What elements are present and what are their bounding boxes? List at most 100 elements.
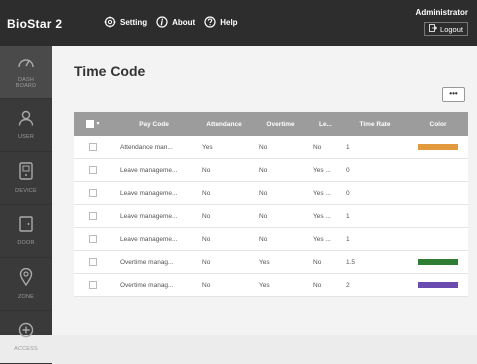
row-checkbox[interactable] (89, 281, 97, 289)
door-icon (19, 216, 33, 237)
sidebar-item-user[interactable]: USER (0, 99, 52, 152)
table-row[interactable]: Attendance man... Yes No No 1 (74, 136, 468, 159)
select-all-checkbox[interactable] (85, 120, 94, 128)
cell-leave: Yes ... (313, 212, 331, 220)
logout-icon (429, 24, 440, 34)
col-header-overtime[interactable]: Overtime (252, 121, 309, 128)
cell-attendance: No (202, 258, 211, 266)
sidebar-label-user: USER (17, 133, 35, 140)
row-checkbox[interactable] (89, 212, 97, 220)
cell-color (408, 190, 468, 196)
zone-pin-icon (19, 267, 33, 291)
more-options-button[interactable]: ••• (442, 87, 465, 102)
row-checkbox-cell (74, 143, 112, 151)
sidebar-item-device[interactable]: DEVICE (0, 152, 52, 205)
device-icon (19, 162, 33, 185)
cell-attendance: No (202, 235, 211, 243)
cell-leave: Yes ... (313, 189, 331, 197)
table-body: Attendance man... Yes No No 1 Leave manageme.… (74, 136, 468, 297)
cell-attendance: No (202, 281, 211, 289)
nav-help-label: Help (220, 17, 238, 27)
cell-leave: No (313, 258, 322, 266)
sidebar-label-zone: ZONE (17, 293, 35, 300)
main-content: Time Code ••• ▼ Pay Code Attendance Over… (52, 46, 477, 335)
row-checkbox-cell (74, 189, 112, 197)
nav-setting-label: Setting (120, 17, 148, 27)
table-row[interactable]: Leave manageme... No No Yes ... 0 (74, 159, 468, 182)
cell-pay-code: Leave manageme... (120, 166, 178, 174)
nav-about[interactable]: About (156, 16, 195, 28)
color-swatch (418, 190, 458, 196)
sidebar-item-access[interactable]: ACCESS (0, 311, 52, 364)
page-title: Time Code (74, 63, 146, 79)
row-checkbox[interactable] (89, 143, 97, 151)
row-checkbox-cell (74, 258, 112, 266)
cell-overtime: Yes (259, 281, 270, 289)
col-header-time-rate[interactable]: Time Rate (342, 121, 408, 128)
color-swatch (418, 167, 458, 173)
cell-color (408, 213, 468, 219)
table-row[interactable]: Leave manageme... No No Yes ... 1 (74, 205, 468, 228)
sidebar-label-device: DEVICE (15, 187, 37, 194)
col-header-attendance[interactable]: Attendance (196, 121, 252, 128)
row-checkbox[interactable] (89, 189, 97, 197)
cell-pay-code: Leave manageme... (120, 189, 178, 197)
nav-setting[interactable]: Setting (104, 16, 147, 28)
cell-pay-code: Leave manageme... (120, 212, 178, 220)
row-checkbox-cell (74, 235, 112, 243)
sidebar-item-zone[interactable]: ZONE (0, 258, 52, 311)
cell-color (408, 282, 468, 288)
cell-overtime: No (259, 212, 268, 220)
nav-help[interactable]: Help (204, 16, 238, 28)
cell-pay-code: Attendance man... (120, 143, 173, 151)
table-row[interactable]: Leave manageme... No No Yes ... 0 (74, 182, 468, 205)
dashboard-gauge-icon (17, 55, 35, 74)
table-row[interactable]: Overtime manag... No Yes No 2 (74, 274, 468, 297)
cell-attendance: Yes (202, 143, 213, 151)
gear-icon (104, 16, 116, 28)
logout-label: Logout (440, 24, 463, 34)
cell-leave: Yes ... (313, 166, 331, 174)
cell-overtime: No (259, 166, 268, 174)
cell-time-rate: 1.5 (346, 258, 356, 266)
row-checkbox[interactable] (89, 166, 97, 174)
row-checkbox[interactable] (89, 235, 97, 243)
col-header-pay-code[interactable]: Pay Code (112, 121, 196, 128)
cell-color (408, 236, 468, 242)
cell-leave: Yes ... (313, 235, 331, 243)
color-swatch (418, 236, 458, 242)
cell-pay-code: Overtime manag... (120, 258, 174, 266)
user-name: Administrator (415, 8, 468, 17)
cell-leave: No (313, 281, 322, 289)
sidebar-item-dashboard[interactable]: DASH BOARD (0, 46, 52, 99)
color-swatch (418, 282, 458, 288)
sidebar-label-door: DOOR (17, 239, 35, 246)
row-checkbox[interactable] (89, 258, 97, 266)
cell-color (408, 259, 468, 265)
table-row[interactable]: Leave manageme... No No Yes ... 1 (74, 228, 468, 251)
sidebar-item-door[interactable]: DOOR (0, 205, 52, 258)
cell-attendance: No (202, 189, 211, 197)
table-header: ▼ Pay Code Attendance Overtime Le... Tim… (74, 112, 468, 136)
question-icon (204, 16, 216, 28)
col-header-color[interactable]: Color (408, 121, 468, 128)
logout-button[interactable]: Logout (424, 22, 468, 36)
user-area: Administrator Logout (416, 8, 468, 37)
col-header-leave[interactable]: Le... (309, 121, 342, 128)
cell-pay-code: Overtime manag... (120, 281, 174, 289)
cell-time-rate: 1 (346, 235, 350, 243)
cell-pay-code: Leave manageme... (120, 235, 178, 243)
sidebar: DASH BOARD USER DEVICE DOOR ZONE ACCESS (0, 46, 52, 364)
select-all-control[interactable]: ▼ (74, 120, 112, 128)
table-row[interactable]: Overtime manag... No Yes No 1.5 (74, 251, 468, 274)
select-caret-icon[interactable]: ▼ (96, 121, 101, 127)
row-checkbox-cell (74, 212, 112, 220)
access-plus-icon (18, 322, 34, 343)
cell-time-rate: 0 (346, 189, 350, 197)
cell-overtime: No (259, 235, 268, 243)
cell-time-rate: 1 (346, 212, 350, 220)
info-icon (156, 16, 168, 28)
sidebar-label-dashboard-1: DASH (17, 76, 35, 83)
color-swatch (418, 213, 458, 219)
brand-logo: BioStar 2 (7, 17, 63, 31)
